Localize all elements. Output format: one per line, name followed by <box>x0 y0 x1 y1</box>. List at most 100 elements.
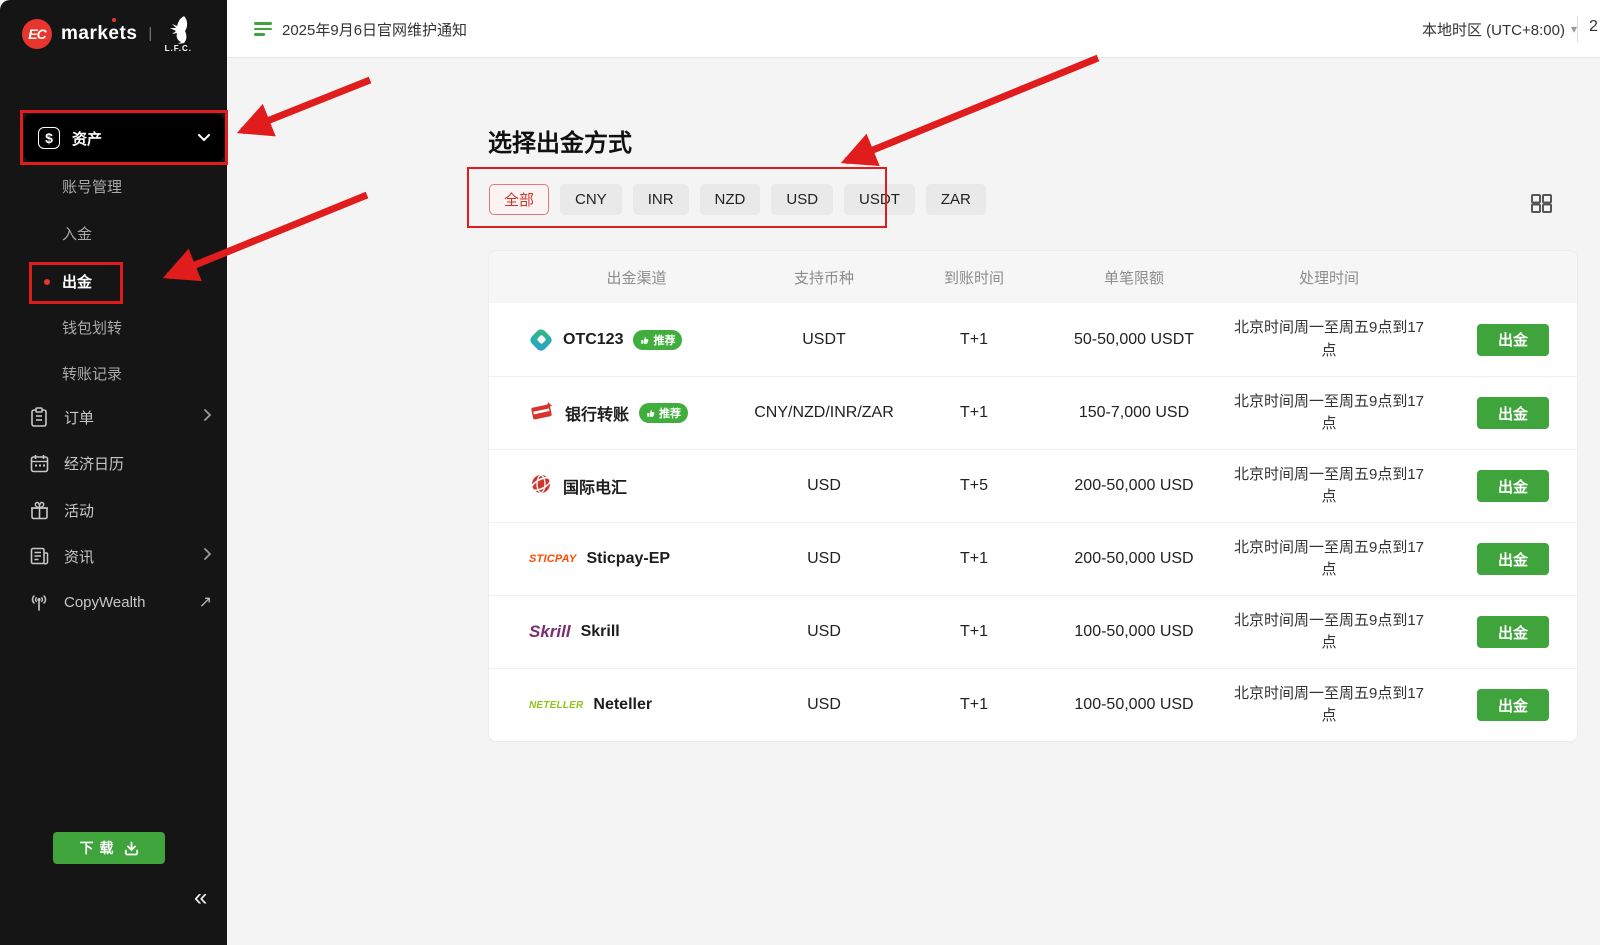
cell-processing-time: 北京时间周一至周五9点到17点 <box>1229 317 1429 362</box>
cell-currencies: CNY/NZD/INR/ZAR <box>744 404 904 422</box>
table-row: STICPAY Sticpay-EP USD T+1 200-50,000 US… <box>489 522 1577 595</box>
page-title: 选择出金方式 <box>488 123 632 158</box>
chevron-down-icon <box>198 134 210 142</box>
table-row: NETELLER Neteller USD T+1 100-50,000 USD… <box>489 668 1577 741</box>
filter-chip-usdt[interactable]: USDT <box>844 184 915 215</box>
sidebar-item-wallet-transfer[interactable]: 钱包划转 <box>62 317 122 338</box>
filter-chip-zar[interactable]: ZAR <box>926 184 986 215</box>
col-header-processing: 处理时间 <box>1224 267 1434 288</box>
cell-limit: 200-50,000 USD <box>1044 550 1224 568</box>
recommended-badge: 推荐 <box>633 330 682 350</box>
logo-divider: | <box>148 25 152 42</box>
dollar-icon: $ <box>38 127 60 149</box>
grid-view-toggle[interactable] <box>1531 194 1552 218</box>
topbar: 2025年9月6日官网维护通知 本地时区 (UTC+8:00) ▾ 2 <box>227 0 1600 58</box>
filter-chip-inr[interactable]: INR <box>633 184 689 215</box>
cell-arrival: T+1 <box>904 623 1044 641</box>
sidebar-item-deposit[interactable]: 入金 <box>62 223 92 244</box>
announcement-icon <box>254 22 272 36</box>
thumbs-up-icon <box>646 408 656 418</box>
ec-markets-wordmark: markets <box>61 23 137 45</box>
currency-filter-group: 全部 CNY INR NZD USD USDT ZAR <box>489 184 986 215</box>
sidebar-item-label: 出金 <box>62 274 92 291</box>
gift-icon <box>28 499 50 521</box>
chevron-right-icon <box>204 547 212 565</box>
sidebar-item-label: 资产 <box>72 128 198 149</box>
recommended-badge: 推荐 <box>639 403 688 423</box>
cell-currencies: USD <box>744 550 904 568</box>
download-button[interactable]: 下载 <box>53 832 165 864</box>
withdraw-button[interactable]: 出金 <box>1477 470 1549 502</box>
withdraw-button[interactable]: 出金 <box>1477 689 1549 721</box>
sidebar-item-news[interactable]: 资讯 <box>28 545 212 567</box>
filter-chip-usd[interactable]: USD <box>771 184 833 215</box>
table-row: Skrill Skrill USD T+1 100-50,000 USD 北京时… <box>489 595 1577 668</box>
wire-transfer-logo-icon <box>529 472 553 501</box>
sidebar-item-copywealth[interactable]: CopyWealth ↗ <box>28 591 212 613</box>
sidebar: EC markets | L.F.C. $ 资产 账号管理 入金 出金 钱包划转… <box>0 0 227 945</box>
bank-transfer-logo-icon <box>529 399 555 428</box>
sidebar-item-account-management[interactable]: 账号管理 <box>62 176 122 197</box>
table-row: 国际电汇 USD T+5 200-50,000 USD 北京时间周一至周五9点到… <box>489 449 1577 522</box>
calendar-icon <box>28 452 50 474</box>
cell-arrival: T+1 <box>904 331 1044 349</box>
cell-arrival: T+5 <box>904 477 1044 495</box>
cell-limit: 150-7,000 USD <box>1044 404 1224 422</box>
cell-processing-time: 北京时间周一至周五9点到17点 <box>1229 537 1429 582</box>
cell-limit: 100-50,000 USD <box>1044 696 1224 714</box>
cell-limit: 200-50,000 USD <box>1044 477 1224 495</box>
chevron-right-icon <box>204 408 212 426</box>
ec-markets-logo-icon: EC <box>22 19 52 49</box>
download-icon <box>124 841 139 856</box>
cell-currencies: USDT <box>744 331 904 349</box>
external-link-icon: ↗ <box>199 592 212 612</box>
collapse-sidebar-button[interactable]: « <box>194 884 207 912</box>
maintenance-notice-link[interactable]: 2025年9月6日官网维护通知 <box>254 0 467 58</box>
clock-text: 2 <box>1589 18 1598 36</box>
table-row: 银行转账 推荐 CNY/NZD/INR/ZAR T+1 150-7,000 US… <box>489 376 1577 449</box>
sticpay-logo: STICPAY <box>529 553 576 565</box>
timezone-selector[interactable]: 本地时区 (UTC+8:00) ▾ <box>1422 0 1577 58</box>
col-header-limit: 单笔限额 <box>1044 267 1224 288</box>
sidebar-item-promotions[interactable]: 活动 <box>28 499 212 521</box>
newspaper-icon <box>28 545 50 567</box>
thumbs-up-icon <box>640 335 650 345</box>
withdraw-button[interactable]: 出金 <box>1477 397 1549 429</box>
withdraw-button[interactable]: 出金 <box>1477 324 1549 356</box>
table-header-row: 出金渠道 支持币种 到账时间 单笔限额 处理时间 <box>489 251 1577 303</box>
cell-processing-time: 北京时间周一至周五9点到17点 <box>1229 464 1429 509</box>
liver-bird-icon <box>163 14 193 46</box>
cell-arrival: T+1 <box>904 404 1044 422</box>
skrill-logo: Skrill <box>529 622 571 642</box>
withdrawal-page: EC markets | L.F.C. $ 资产 账号管理 入金 出金 钱包划转… <box>0 0 1600 945</box>
cell-processing-time: 北京时间周一至周五9点到17点 <box>1229 610 1429 655</box>
lfc-liver-bird-logo: L.F.C. <box>163 14 193 53</box>
sidebar-item-transfer-records[interactable]: 转账记录 <box>62 363 122 384</box>
col-header-currencies: 支持币种 <box>744 267 904 288</box>
col-header-channel: 出金渠道 <box>529 267 744 288</box>
cell-currencies: USD <box>744 623 904 641</box>
sidebar-item-orders[interactable]: 订单 <box>28 406 212 428</box>
annotation-arrow-assets <box>242 80 370 131</box>
neteller-logo: NETELLER <box>529 700 583 711</box>
cell-currencies: USD <box>744 696 904 714</box>
sidebar-item-withdraw[interactable]: 出金 <box>62 271 92 292</box>
topbar-divider <box>1577 16 1578 42</box>
annotation-arrow-filters <box>846 58 1098 161</box>
table-row: OTC123 推荐 USDT T+1 50-50,000 USDT 北京时间周一… <box>489 303 1577 376</box>
filter-chip-all[interactable]: 全部 <box>489 184 549 215</box>
broadcast-icon <box>28 591 50 613</box>
col-header-arrival: 到账时间 <box>904 267 1044 288</box>
withdraw-button[interactable]: 出金 <box>1477 543 1549 575</box>
cell-currencies: USD <box>744 477 904 495</box>
sidebar-item-assets[interactable]: $ 资产 <box>24 114 224 162</box>
active-dot-icon <box>44 279 50 285</box>
filter-chip-cny[interactable]: CNY <box>560 184 622 215</box>
withdrawal-methods-table: 出金渠道 支持币种 到账时间 单笔限额 处理时间 OTC123 推荐 USDT … <box>488 250 1578 742</box>
withdraw-button[interactable]: 出金 <box>1477 616 1549 648</box>
cell-limit: 100-50,000 USD <box>1044 623 1224 641</box>
cell-processing-time: 北京时间周一至周五9点到17点 <box>1229 391 1429 436</box>
sidebar-item-economic-calendar[interactable]: 经济日历 <box>28 452 212 474</box>
cell-arrival: T+1 <box>904 550 1044 568</box>
filter-chip-nzd[interactable]: NZD <box>700 184 761 215</box>
